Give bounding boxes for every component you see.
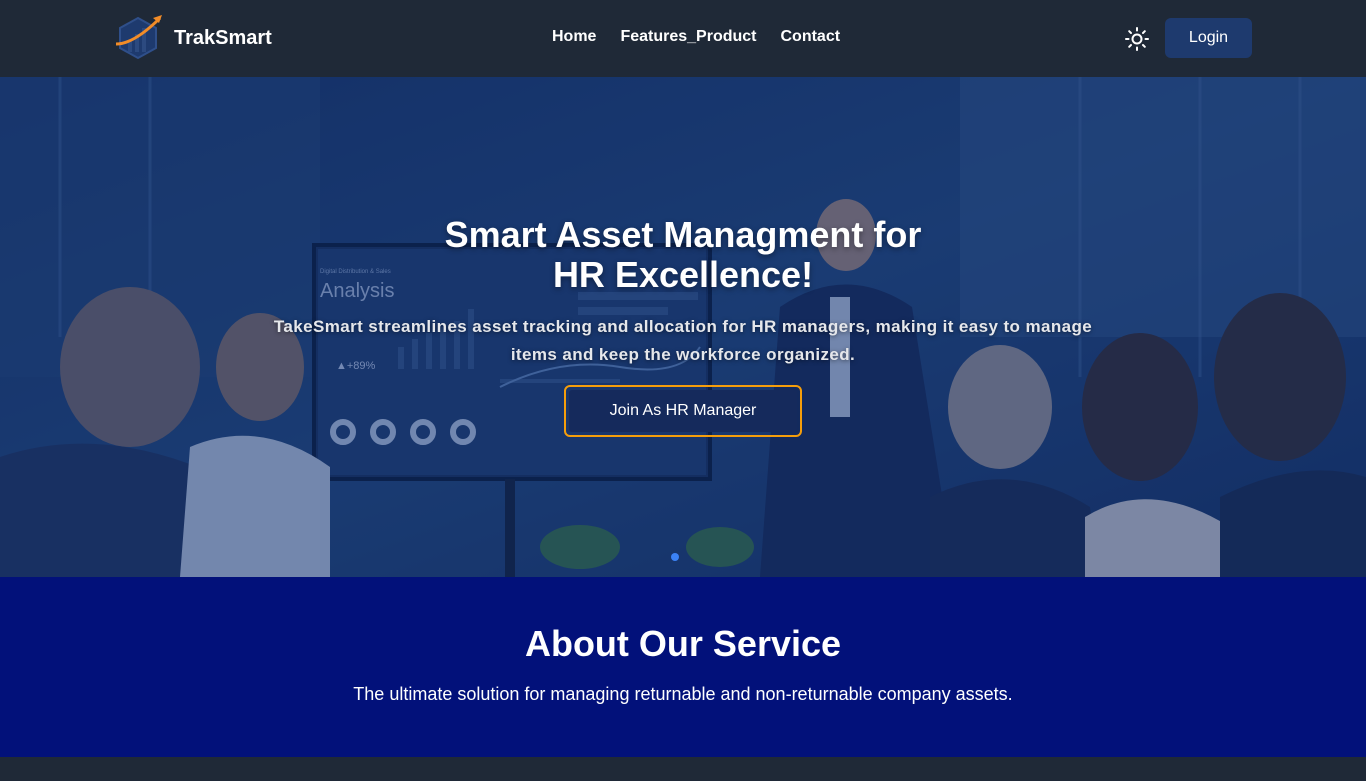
nav-link-features-product[interactable]: Features_Product bbox=[620, 28, 756, 46]
brand-name: TrakSmart bbox=[174, 26, 272, 49]
about-description: The ultimate solution for managing retur… bbox=[353, 684, 1013, 704]
about-title: About Our Service bbox=[524, 623, 842, 664]
nav-link-contact[interactable]: Contact bbox=[781, 28, 841, 46]
hero-banner: Digital Distribution & Sales Analysis ▲+… bbox=[0, 77, 1366, 577]
main-nav: Home Features_Product Contact bbox=[552, 28, 840, 46]
join-as-hr-manager-button[interactable]: Join As HR Manager bbox=[564, 385, 802, 437]
hero-title: Smart Asset Managment for HR Excellence! bbox=[383, 215, 983, 295]
carousel-dot-active[interactable] bbox=[671, 553, 679, 561]
hero-title-line2: HR Excellence! bbox=[552, 254, 814, 295]
page-bottom-strip bbox=[0, 757, 1366, 781]
hero-content: Smart Asset Managment for HR Excellence!… bbox=[0, 77, 1366, 577]
login-button[interactable]: Login bbox=[1165, 18, 1252, 58]
about-section: About Our Service The ultimate solution … bbox=[0, 577, 1366, 757]
navbar: TrakSmart Home Features_Product Contact … bbox=[0, 0, 1366, 77]
sun-icon[interactable] bbox=[1124, 26, 1150, 52]
hero-title-line1: Smart Asset Managment for bbox=[444, 214, 922, 255]
brand[interactable]: TrakSmart bbox=[112, 10, 272, 66]
rising-chart-logo-icon bbox=[115, 15, 162, 60]
hero-subtitle: TakeSmart streamlines asset tracking and… bbox=[273, 317, 1093, 364]
cta-label: Join As HR Manager bbox=[569, 390, 797, 432]
nav-link-home[interactable]: Home bbox=[552, 28, 596, 46]
